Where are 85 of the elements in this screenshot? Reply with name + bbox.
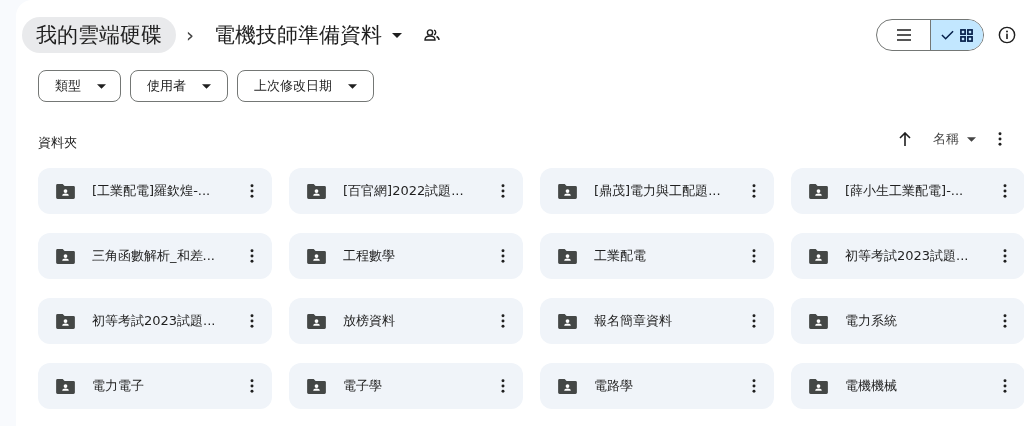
sort-dropdown[interactable]: 名稱: [933, 130, 976, 148]
caret-icon: [348, 83, 357, 89]
folder-card[interactable]: 工業配電: [540, 233, 774, 279]
folder-name: 電力系統: [845, 312, 898, 330]
shared-folder-icon: [809, 313, 828, 329]
shared-folder-icon: [307, 378, 326, 394]
shared-folder-icon: [307, 313, 326, 329]
folder-name: 三角函數解析_和差...: [92, 247, 216, 265]
shared-folder-icon: [56, 378, 75, 394]
list-icon: [896, 29, 911, 41]
folder-card[interactable]: 電子學: [289, 363, 523, 409]
shared-folder-icon: [307, 248, 326, 264]
folder-name: 電力電子: [92, 377, 145, 395]
more-icon[interactable]: [501, 184, 505, 198]
folder-card[interactable]: 電機機械: [791, 363, 1024, 409]
folder-card[interactable]: 初等考試2023試題...: [38, 298, 272, 344]
folder-name: [百官網]2022試題...: [343, 182, 465, 200]
shared-folder-icon: [56, 248, 75, 264]
folder-card[interactable]: 報名簡章資料: [540, 298, 774, 344]
folder-card[interactable]: 電力系統: [791, 298, 1024, 344]
shared-folder-icon: [558, 378, 577, 394]
folder-card[interactable]: [工業配電]羅欽煌-...: [38, 168, 272, 214]
section-title: 資料夾: [38, 134, 77, 152]
more-icon[interactable]: [1003, 314, 1007, 328]
folder-name: 工程數學: [343, 247, 396, 265]
more-icon[interactable]: [250, 184, 254, 198]
folder-card[interactable]: 三角函數解析_和差...: [38, 233, 272, 279]
breadcrumb-link[interactable]: 我的雲端硬碟: [22, 17, 176, 53]
more-icon[interactable]: [501, 249, 505, 263]
more-icon[interactable]: [752, 249, 756, 263]
more-icon[interactable]: [1003, 249, 1007, 263]
more-icon[interactable]: [250, 379, 254, 393]
more-icon[interactable]: [250, 314, 254, 328]
more-icon[interactable]: [501, 379, 505, 393]
people-icon[interactable]: [424, 29, 440, 41]
filter-dropdown[interactable]: 上次修改日期: [237, 70, 374, 102]
shared-folder-icon: [558, 183, 577, 199]
folder-name: 報名簡章資料: [594, 312, 673, 330]
folder-title-dropdown[interactable]: 電機技師準備資料: [210, 21, 406, 49]
arrow-up-icon[interactable]: [899, 132, 911, 146]
shared-folder-icon: [809, 248, 828, 264]
folder-card[interactable]: [鼎茂]電力與工配題...: [540, 168, 774, 214]
more-icon[interactable]: [1003, 184, 1007, 198]
caret-icon: [97, 83, 106, 89]
folder-card[interactable]: 初等考試2023試題...: [791, 233, 1024, 279]
shared-folder-icon: [558, 248, 577, 264]
shared-folder-icon: [56, 183, 75, 199]
shared-folder-icon: [56, 313, 75, 329]
folder-name: 放榜資料: [343, 312, 396, 330]
folder-card[interactable]: 工程數學: [289, 233, 523, 279]
folder-name: 初等考試2023試題...: [92, 312, 217, 330]
folder-card[interactable]: 電力電子: [38, 363, 272, 409]
grid-view-button[interactable]: [930, 20, 983, 50]
more-icon[interactable]: [752, 314, 756, 328]
folder-card[interactable]: 電路學: [540, 363, 774, 409]
shared-folder-icon: [558, 313, 577, 329]
breadcrumb-separator: ›: [186, 23, 194, 47]
more-icon[interactable]: [998, 132, 1002, 146]
folder-name: 工業配電: [594, 247, 647, 265]
more-icon[interactable]: [501, 314, 505, 328]
more-icon[interactable]: [250, 249, 254, 263]
folder-name: 初等考試2023試題...: [845, 247, 970, 265]
folder-name: [薛小生工業配電]-...: [845, 182, 965, 200]
folder-name: [工業配電]羅欽煌-...: [92, 182, 212, 200]
caret-icon: [392, 32, 402, 38]
folder-name: 電機機械: [845, 377, 898, 395]
caret-icon: [967, 136, 976, 142]
more-icon[interactable]: [752, 184, 756, 198]
filter-dropdown[interactable]: 類型: [38, 70, 121, 102]
shared-folder-icon: [809, 183, 828, 199]
folder-name: [鼎茂]電力與工配題...: [594, 182, 722, 200]
folder-name: 電路學: [594, 377, 634, 395]
more-icon[interactable]: [1003, 379, 1007, 393]
folder-card[interactable]: 放榜資料: [289, 298, 523, 344]
filter-dropdown[interactable]: 使用者: [130, 70, 228, 102]
folder-name: 電子學: [343, 377, 383, 395]
info-icon[interactable]: [998, 26, 1016, 44]
more-icon[interactable]: [752, 379, 756, 393]
folder-card[interactable]: [百官網]2022試題...: [289, 168, 523, 214]
shared-folder-icon: [307, 183, 326, 199]
caret-icon: [202, 83, 211, 89]
shared-folder-icon: [809, 378, 828, 394]
folder-card[interactable]: [薛小生工業配電]-...: [791, 168, 1024, 214]
grid-icon: [960, 28, 973, 42]
checkmark-icon: [941, 30, 954, 40]
